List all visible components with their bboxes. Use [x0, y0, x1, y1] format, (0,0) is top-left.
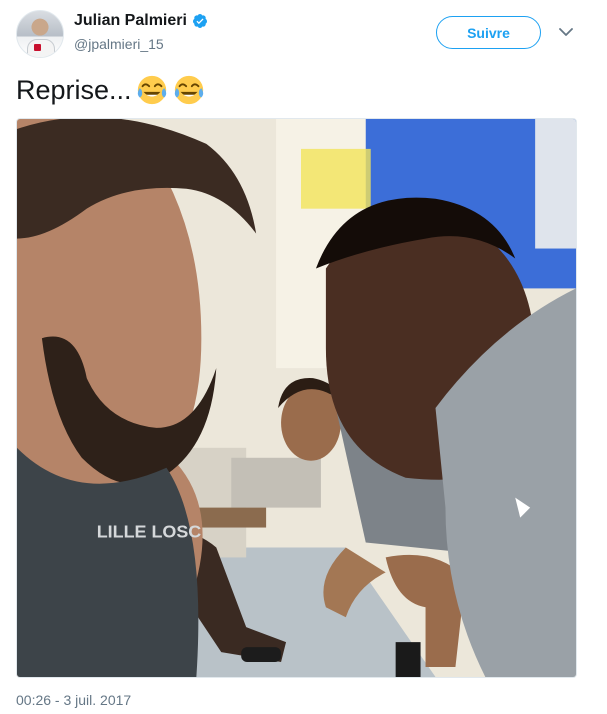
avatar-crest: [34, 44, 41, 51]
follow-button[interactable]: Suivre: [436, 16, 541, 49]
tweet-photo[interactable]: LILLE LOSC: [16, 118, 577, 678]
tweet-card: Julian Palmieri @jpalmieri_15 Suivre Rep…: [0, 0, 607, 714]
tears-of-joy-emoji-icon: [174, 75, 203, 105]
user-avatar[interactable]: [16, 10, 64, 58]
tweet-timestamp[interactable]: 00:26 - 3 juil. 2017: [16, 692, 131, 708]
user-display-name-row[interactable]: Julian Palmieri: [74, 12, 208, 30]
tweet-text-content: Reprise...: [16, 75, 132, 105]
user-display-name[interactable]: Julian Palmieri: [74, 12, 187, 30]
tears-of-joy-emoji-icon: [137, 75, 166, 105]
user-handle[interactable]: @jpalmieri_15: [74, 36, 164, 52]
tweet-text: Reprise...: [16, 72, 206, 108]
shirt-brand-text: LILLE LOSC: [97, 522, 202, 542]
locker-room-selfie-image: LILLE LOSC: [17, 119, 576, 677]
more-options-button[interactable]: [556, 22, 576, 42]
verified-badge-icon: [192, 14, 207, 28]
avatar-shirt: [27, 39, 55, 57]
chevron-down-icon: [559, 27, 573, 36]
